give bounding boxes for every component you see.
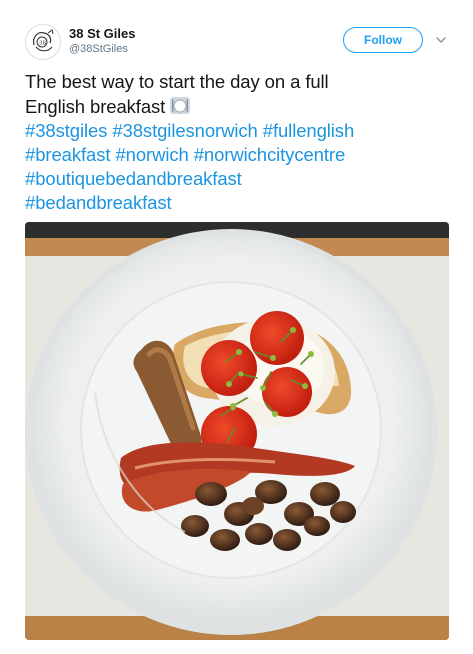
tweet-text-line: English breakfast [25,94,455,119]
hashtag-link[interactable]: #norwich [115,144,188,165]
hashtag-link[interactable]: #norwichcitycentre [194,144,346,165]
hashtag-line: #breakfast #norwich #norwichcitycentre [25,143,455,167]
hashtag-line: #boutiquebedandbreakfast [25,167,455,191]
svg-text:38: 38 [39,41,46,47]
tweet-text: The best way to start the day on a full … [25,70,455,215]
hashtag-link[interactable]: #boutiquebedandbreakfast [25,168,242,189]
tweet-text-segment: The best way to start the day on a full [25,71,329,92]
logo-icon: 38 [27,26,59,58]
tweet-card: 38 38 St Giles @38StGiles Follow The bes… [0,0,473,654]
hashtag-link[interactable]: #38stgilesnorwich [112,120,257,141]
fork-and-knife-with-plate-icon [169,94,191,116]
tweet-photo[interactable] [25,222,449,640]
hashtag-link[interactable]: #38stgiles [25,120,107,141]
avatar[interactable]: 38 [25,24,61,60]
hashtag-line: #bedandbreakfast [25,191,455,215]
breakfast-plate-image [25,222,449,640]
account-handle[interactable]: @38StGiles [69,42,135,56]
account-names[interactable]: 38 St Giles @38StGiles [69,26,135,56]
display-name[interactable]: 38 St Giles [69,26,135,42]
hashtag-link[interactable]: #bedandbreakfast [25,192,172,213]
hashtag-line: #38stgiles #38stgilesnorwich #fullenglis… [25,119,455,143]
chevron-down-icon[interactable] [433,32,449,48]
follow-button[interactable]: Follow [343,27,423,53]
tweet-text-line: The best way to start the day on a full [25,70,455,94]
tweet-text-segment: English breakfast [25,96,166,117]
hashtag-link[interactable]: #fullenglish [263,120,354,141]
tweet-header: 38 38 St Giles @38StGiles Follow [25,20,455,60]
hashtag-link[interactable]: #breakfast [25,144,110,165]
